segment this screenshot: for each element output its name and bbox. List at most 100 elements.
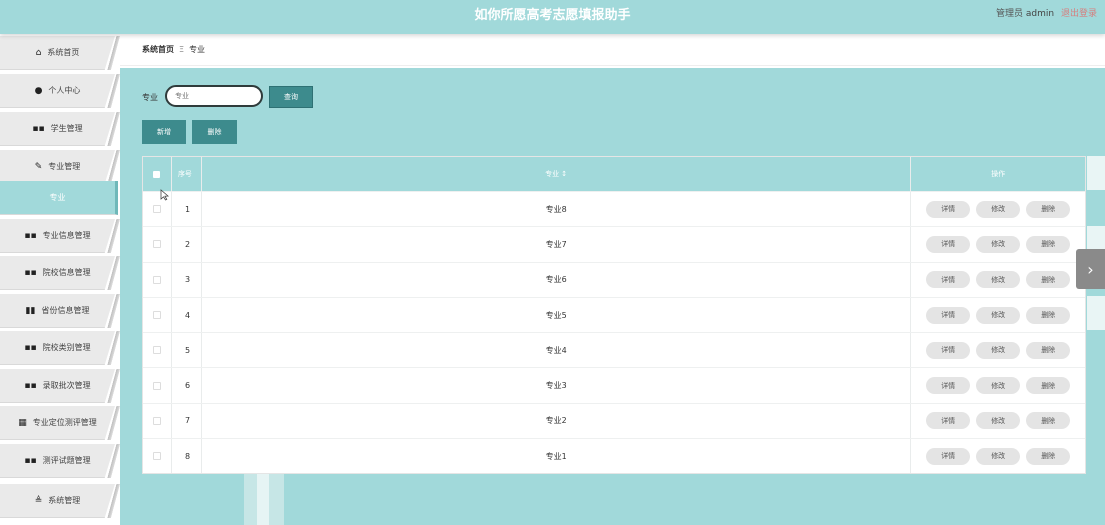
thumb-icon: ✎ bbox=[34, 161, 43, 172]
row-checkbox[interactable] bbox=[143, 297, 172, 333]
sidebar-item-major[interactable]: 专业 bbox=[0, 181, 122, 217]
table-header: 序号 专业 ↕ 操作 bbox=[143, 157, 1085, 191]
row-index: 5 bbox=[172, 333, 202, 368]
chevron-right-icon[interactable]: › bbox=[1076, 249, 1105, 289]
row-actions: 详情 修改 删除 bbox=[911, 368, 1085, 402]
edit-button[interactable]: 修改 bbox=[976, 306, 1021, 324]
row-major-name: 专业4 bbox=[202, 333, 912, 368]
add-button[interactable]: 新增 bbox=[142, 120, 186, 144]
edit-button[interactable]: 修改 bbox=[976, 377, 1021, 395]
table-row: 1 专业8 详情 修改 删除 bbox=[143, 191, 1085, 227]
sidebar-item-system-management[interactable]: ≜ 系统管理 bbox=[0, 484, 122, 520]
detail-button[interactable]: 详情 bbox=[926, 447, 971, 465]
logout-link[interactable]: 退出登录 bbox=[1061, 9, 1097, 19]
row-major-name: 专业5 bbox=[202, 297, 912, 333]
sidebar-item-home[interactable]: ⌂ 系统首页 bbox=[0, 36, 122, 72]
sidebar-item-label: 院校类别管理 bbox=[42, 343, 91, 352]
column-header-operation: 操作 bbox=[991, 170, 1006, 178]
sidebar-item-label: 学生管理 bbox=[50, 124, 83, 133]
detail-button[interactable]: 详情 bbox=[926, 271, 971, 289]
row-major-name: 专业8 bbox=[202, 192, 912, 227]
detail-button[interactable]: 详情 bbox=[926, 306, 971, 324]
sidebar-item-school-category-management[interactable]: ▪▪ 院校类别管理 bbox=[0, 331, 122, 367]
row-major-name: 专业7 bbox=[202, 227, 912, 262]
edit-button[interactable]: 修改 bbox=[976, 447, 1021, 465]
delete-button[interactable]: 删除 bbox=[1026, 341, 1071, 359]
sidebar-item-label: 专业管理 bbox=[48, 162, 81, 171]
top-header: 如你所愿高考志愿填报助手 管理员 admin 退出登录 bbox=[0, 0, 1105, 34]
sidebar-item-label: 录取批次管理 bbox=[42, 381, 91, 390]
delete-button[interactable]: 删除 bbox=[1026, 447, 1071, 465]
edit-button[interactable]: 修改 bbox=[976, 271, 1021, 289]
detail-button[interactable]: 详情 bbox=[926, 200, 971, 218]
sidebar-item-admission-batch-management[interactable]: ▪▪ 录取批次管理 bbox=[0, 369, 122, 405]
detail-button[interactable]: 详情 bbox=[926, 377, 971, 395]
edit-button[interactable]: 修改 bbox=[976, 200, 1021, 218]
delete-button[interactable]: 删除 bbox=[1026, 235, 1071, 253]
sidebar-item-label: 专业信息管理 bbox=[42, 231, 91, 240]
row-major-name: 专业2 bbox=[202, 403, 912, 439]
search-label: 专业 bbox=[142, 93, 158, 102]
row-checkbox[interactable] bbox=[143, 227, 172, 262]
user-area: 管理员 admin 退出登录 bbox=[996, 0, 1097, 28]
row-major-name: 专业6 bbox=[202, 262, 912, 297]
major-table: 序号 专业 ↕ 操作 1 专业8 详情 修改 删除 2 专业7 详情 修改 删除 3 专业6 详情 修改删… bbox=[142, 156, 1086, 475]
delete-button[interactable]: 删除 bbox=[1026, 377, 1071, 395]
sidebar-item-label: 系统管理 bbox=[48, 496, 81, 505]
delete-button[interactable]: 删除 bbox=[1026, 200, 1071, 218]
sidebar-item-label: 专业定位测评管理 bbox=[32, 418, 97, 427]
row-checkbox[interactable] bbox=[143, 333, 172, 368]
sidebar-item-label: 测评试题管理 bbox=[42, 456, 91, 465]
table-row: 8 专业1 详情 修改 删除 bbox=[143, 438, 1085, 474]
sidebar-item-personal-center[interactable]: ● 个人中心 bbox=[0, 74, 122, 110]
row-major-name: 专业1 bbox=[202, 439, 912, 474]
table-row: 6 专业3 详情 修改 删除 bbox=[143, 367, 1085, 403]
row-checkbox[interactable] bbox=[143, 403, 172, 439]
user-icon: ● bbox=[34, 85, 43, 96]
username: admin bbox=[1025, 9, 1055, 19]
sidebar-item-test-question-management[interactable]: ▪▪ 测评试题管理 bbox=[0, 444, 122, 480]
search-input[interactable] bbox=[165, 85, 263, 107]
grid-icon: ▪▪ bbox=[24, 342, 37, 353]
row-actions: 详情 修改 删除 bbox=[911, 227, 1085, 261]
query-button[interactable]: 查询 bbox=[269, 86, 313, 108]
settings-icon: ≜ bbox=[34, 495, 43, 506]
select-all-checkbox[interactable] bbox=[143, 157, 172, 191]
delete-button[interactable]: 删除 bbox=[1026, 412, 1071, 430]
sidebar: ⌂ 系统首页 ● 个人中心 ▪▪ 学生管理 ✎ 专业管理 专业 ▪▪ 专业信息管理 ▪▪ 院… bbox=[0, 34, 120, 525]
grid-icon: ▪▪ bbox=[24, 380, 37, 391]
row-checkbox[interactable] bbox=[143, 262, 172, 297]
row-index: 3 bbox=[172, 262, 202, 297]
sidebar-item-major-info-management[interactable]: ▪▪ 专业信息管理 bbox=[0, 219, 122, 255]
detail-button[interactable]: 详情 bbox=[926, 412, 971, 430]
grid-icon: ▪▪ bbox=[24, 455, 37, 466]
breadcrumb-home[interactable]: 系统首页 bbox=[142, 44, 174, 55]
table-row: 3 专业6 详情 修改 删除 bbox=[143, 261, 1085, 297]
grid-icon: ▪▪ bbox=[24, 230, 37, 241]
row-checkbox[interactable] bbox=[143, 439, 172, 474]
sidebar-item-major-assessment-management[interactable]: ▦ 专业定位测评管理 bbox=[0, 406, 122, 442]
home-icon: ⌂ bbox=[35, 47, 42, 58]
breadcrumb-separator-icon: Ξ bbox=[179, 45, 185, 54]
edit-button[interactable]: 修改 bbox=[976, 412, 1021, 430]
detail-button[interactable]: 详情 bbox=[926, 341, 971, 359]
batch-delete-button[interactable]: 删除 bbox=[192, 120, 237, 144]
delete-button[interactable]: 删除 bbox=[1026, 271, 1071, 289]
sidebar-item-label: 系统首页 bbox=[47, 48, 80, 57]
column-header-name[interactable]: 专业 ↕ bbox=[202, 157, 912, 191]
detail-button[interactable]: 详情 bbox=[926, 235, 971, 253]
edit-button[interactable]: 修改 bbox=[976, 235, 1021, 253]
row-index: 1 bbox=[172, 192, 202, 227]
sidebar-item-label: 省份信息管理 bbox=[41, 306, 90, 315]
row-index: 8 bbox=[172, 439, 202, 474]
sidebar-item-student-management[interactable]: ▪▪ 学生管理 bbox=[0, 112, 122, 148]
row-checkbox[interactable] bbox=[143, 368, 172, 403]
sidebar-item-school-info-management[interactable]: ▪▪ 院校信息管理 bbox=[0, 256, 122, 292]
delete-button[interactable]: 删除 bbox=[1026, 306, 1071, 324]
chart-icon: ▮▮ bbox=[25, 305, 36, 316]
sidebar-item-label: 专业 bbox=[49, 193, 66, 202]
row-actions: 详情 修改 删除 bbox=[911, 404, 1085, 438]
row-actions: 详情 修改 删除 bbox=[911, 333, 1085, 367]
sidebar-item-province-info-management[interactable]: ▮▮ 省份信息管理 bbox=[0, 294, 122, 330]
edit-button[interactable]: 修改 bbox=[976, 341, 1021, 359]
